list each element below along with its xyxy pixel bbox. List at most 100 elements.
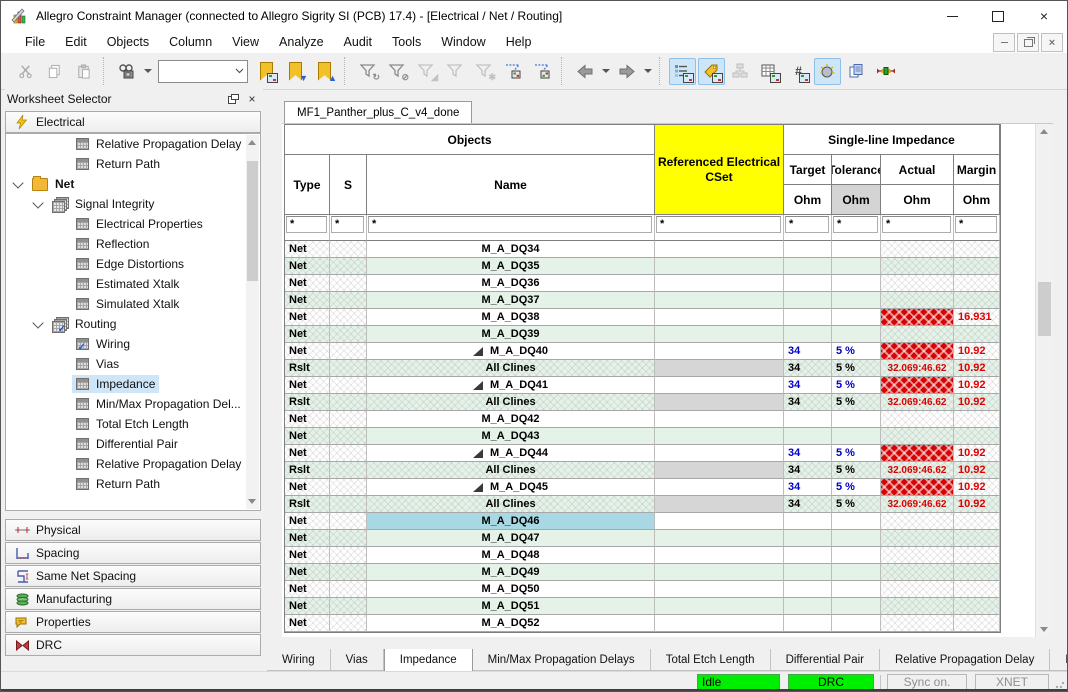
filter-input[interactable]: * (368, 216, 652, 233)
unit-cell-tolerance[interactable]: Ohm (832, 185, 881, 215)
cell-s[interactable] (330, 462, 367, 479)
cell-actual[interactable] (881, 326, 954, 343)
filter-input[interactable]: * (286, 216, 327, 233)
cell-s[interactable] (330, 445, 367, 462)
header-col-target[interactable]: Target (784, 155, 832, 185)
cell-tolerance[interactable] (832, 241, 881, 258)
cell-s[interactable] (330, 513, 367, 530)
cell-margin[interactable]: 10.92 (954, 394, 1000, 411)
cell-margin[interactable] (954, 411, 1000, 428)
cell-margin[interactable]: 16.931 (954, 309, 1000, 326)
filter-input[interactable]: * (955, 216, 997, 233)
cell-target[interactable]: 34 (784, 496, 832, 513)
cell-referenced-cset[interactable] (655, 547, 784, 564)
cell-s[interactable] (330, 275, 367, 292)
cell-actual[interactable] (881, 241, 954, 258)
cell-referenced-cset[interactable] (655, 581, 784, 598)
tree-item-estimated-xtalk[interactable]: Estimated Xtalk (6, 274, 260, 294)
cell-referenced-cset[interactable] (655, 428, 784, 445)
cell-target[interactable]: 34 (784, 462, 832, 479)
cell-referenced-cset[interactable] (655, 343, 784, 360)
tab-total-etch-length[interactable]: Total Etch Length (651, 649, 771, 671)
maximize-button[interactable] (975, 1, 1021, 31)
cell-type[interactable]: Net (285, 564, 330, 581)
header-single-line-impedance[interactable]: Single-line Impedance (784, 125, 1000, 155)
cell-name[interactable]: M_A_DQ44 (367, 445, 655, 462)
tab-vias[interactable]: Vias (331, 649, 384, 671)
mdi-close-button[interactable]: × (1041, 33, 1063, 52)
header-col-name[interactable]: Name (367, 155, 655, 215)
cell-actual[interactable] (881, 479, 954, 496)
cell-tolerance[interactable]: 5 % (832, 496, 881, 513)
cell-referenced-cset[interactable] (655, 292, 784, 309)
scrollbar-thumb[interactable] (247, 161, 258, 281)
header-referenced-electrical-cset[interactable]: Referenced Electrical CSet (655, 125, 784, 215)
cell-type[interactable]: Net (285, 411, 330, 428)
cell-name[interactable]: M_A_DQ49 (367, 564, 655, 581)
cell-tolerance[interactable]: 5 % (832, 445, 881, 462)
cell-tolerance[interactable] (832, 428, 881, 445)
cell-actual[interactable]: 32.069:46.62 (881, 394, 954, 411)
bookmark-up-icon[interactable]: ▲ (311, 58, 338, 85)
scroll-up-icon[interactable] (1040, 129, 1048, 134)
bookmark-down-icon[interactable]: ▼ (282, 58, 309, 85)
cell-name[interactable]: M_A_DQ36 (367, 275, 655, 292)
cell-referenced-cset[interactable] (655, 309, 784, 326)
cell-s[interactable] (330, 360, 367, 377)
cell-type[interactable]: Net (285, 598, 330, 615)
menu-file[interactable]: File (15, 33, 55, 51)
cell-name[interactable]: M_A_DQ52 (367, 615, 655, 632)
cell-name[interactable]: M_A_DQ35 (367, 258, 655, 275)
cell-name[interactable]: M_A_DQ47 (367, 530, 655, 547)
cell-tolerance[interactable] (832, 411, 881, 428)
tab-impedance[interactable]: Impedance (384, 649, 473, 671)
pages-icon[interactable] (843, 58, 870, 85)
cell-margin[interactable] (954, 564, 1000, 581)
filter-cell[interactable]: * (881, 215, 954, 241)
search-combobox[interactable] (158, 60, 248, 83)
cell-s[interactable] (330, 343, 367, 360)
minimize-button[interactable] (929, 1, 975, 31)
section-drc[interactable]: DRC (5, 634, 261, 656)
cell-margin[interactable] (954, 275, 1000, 292)
tree-item-return-path[interactable]: Return Path (6, 154, 260, 174)
tree-item-min-max-propagation-del[interactable]: Min/Max Propagation Del... (6, 394, 260, 414)
cell-target[interactable]: 34 (784, 479, 832, 496)
cell-referenced-cset[interactable] (655, 360, 784, 377)
cell-target[interactable] (784, 292, 832, 309)
filter-input[interactable]: * (882, 216, 951, 233)
cell-tolerance[interactable] (832, 513, 881, 530)
cell-name[interactable]: All Clines (367, 360, 655, 377)
cell-tolerance[interactable] (832, 530, 881, 547)
expand-triangle-icon[interactable] (473, 381, 483, 390)
cell-referenced-cset[interactable] (655, 326, 784, 343)
filter-input[interactable]: * (833, 216, 878, 233)
mdi-minimize-button[interactable] (993, 33, 1015, 52)
cell-target[interactable]: 34 (784, 394, 832, 411)
cell-s[interactable] (330, 615, 367, 632)
bookmark-options-icon[interactable] (253, 58, 280, 85)
cell-referenced-cset[interactable] (655, 377, 784, 394)
tab-return-path[interactable]: Return Path (1050, 649, 1068, 671)
filter-table-icon[interactable] (499, 58, 526, 85)
mdi-restore-button[interactable] (1017, 33, 1039, 52)
cell-s[interactable] (330, 428, 367, 445)
cell-tolerance[interactable]: 5 % (832, 479, 881, 496)
tree-item-simulated-xtalk[interactable]: Simulated Xtalk (6, 294, 260, 314)
cell-tolerance[interactable] (832, 258, 881, 275)
cell-referenced-cset[interactable] (655, 598, 784, 615)
scrollbar-thumb[interactable] (1038, 282, 1051, 336)
filter-cell[interactable]: * (285, 215, 330, 241)
cell-name[interactable]: All Clines (367, 394, 655, 411)
filter-refresh-icon[interactable]: ↻ (354, 58, 381, 85)
cell-name[interactable]: M_A_DQ48 (367, 547, 655, 564)
cell-tolerance[interactable] (832, 564, 881, 581)
chevron-down-icon[interactable] (12, 177, 23, 188)
close-button[interactable]: × (1021, 1, 1067, 31)
cell-s[interactable] (330, 479, 367, 496)
cell-tolerance[interactable]: 5 % (832, 462, 881, 479)
cell-type[interactable]: Net (285, 309, 330, 326)
filter-cell[interactable]: * (954, 215, 1000, 241)
cell-actual[interactable] (881, 343, 954, 360)
menu-window[interactable]: Window (431, 33, 495, 51)
